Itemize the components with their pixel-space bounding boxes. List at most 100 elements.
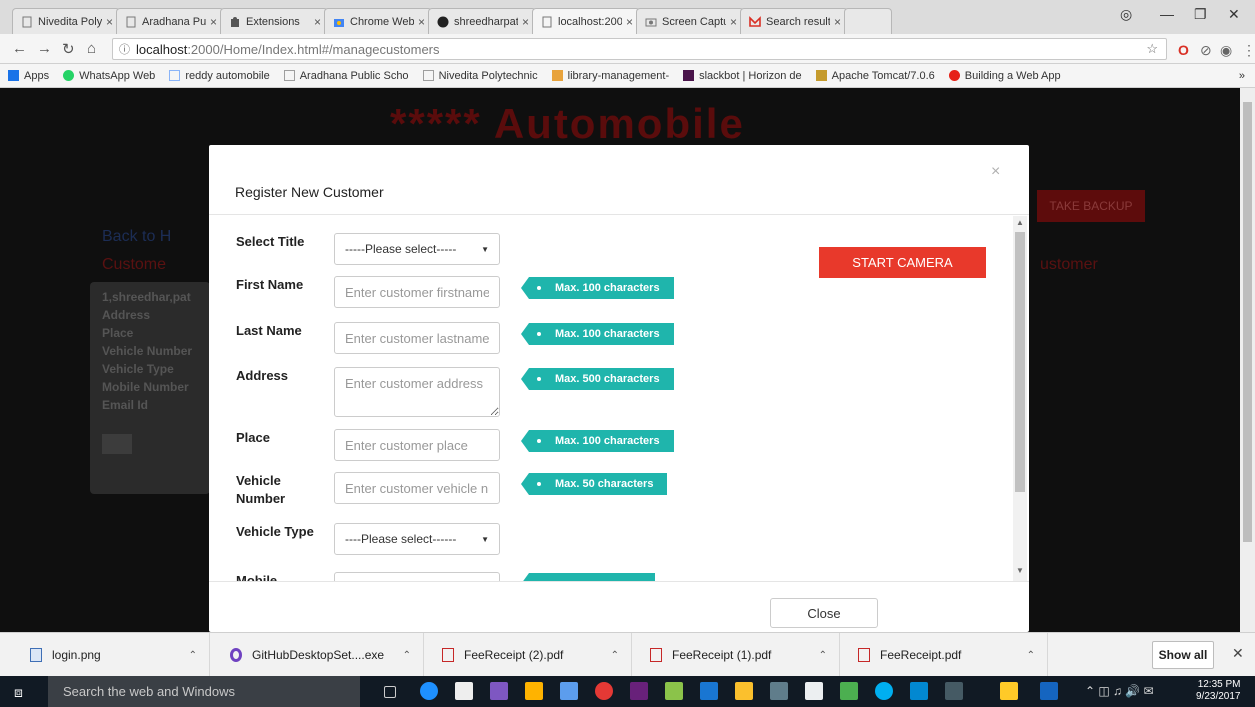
tab-extensions[interactable]: Extensions × — [220, 8, 328, 34]
modal-scrollbar-thumb[interactable] — [1015, 232, 1025, 492]
maximize-icon[interactable]: ❐ — [1194, 6, 1207, 23]
doc-icon — [541, 16, 553, 28]
mobile-input[interactable] — [334, 572, 500, 581]
skype-icon[interactable] — [875, 682, 893, 700]
app-icon[interactable] — [700, 682, 718, 700]
bookmark-library[interactable]: library-management- — [551, 70, 669, 82]
modal-close-icon[interactable]: × — [991, 163, 1000, 181]
tab-gmail[interactable]: Search results × — [740, 8, 848, 34]
store-icon[interactable] — [455, 682, 473, 700]
title-select[interactable]: -----Please select----- ▼ — [334, 233, 500, 265]
last-name-input[interactable] — [334, 322, 500, 354]
visual-studio-icon[interactable] — [490, 682, 508, 700]
download-item[interactable]: FeeReceipt (1).pdf ⌃ — [632, 633, 840, 677]
chevron-up-icon[interactable]: ⌃ — [611, 650, 619, 661]
download-item[interactable]: GitHubDesktopSet....exe ⌃ — [210, 633, 424, 677]
chevron-up-icon[interactable]: ⌃ — [1027, 650, 1035, 661]
vehicle-type-select[interactable]: ----Please select------ ▼ — [334, 523, 500, 555]
back-arrow-icon[interactable]: ← — [12, 40, 27, 57]
chrome-icon[interactable] — [595, 682, 613, 700]
close-icon[interactable]: × — [522, 15, 529, 29]
camera-icon — [645, 16, 657, 28]
edge-icon[interactable] — [420, 682, 438, 700]
customers-heading: Custome — [102, 256, 167, 273]
tab-screen-capture[interactable]: Screen Captur × — [636, 8, 744, 34]
info-icon[interactable]: ⓘ — [119, 41, 130, 57]
app-icon[interactable] — [665, 682, 683, 700]
windows-start-icon[interactable]: ⧈ — [14, 684, 23, 701]
close-icon[interactable]: × — [418, 15, 425, 29]
close-icon[interactable]: × — [106, 15, 113, 29]
close-icon[interactable]: × — [730, 15, 737, 29]
page-scrollbar-thumb[interactable] — [1243, 102, 1252, 542]
scroll-up-icon[interactable]: ▲ — [1016, 218, 1024, 227]
bookmark-apps[interactable]: Apps — [8, 70, 49, 82]
new-tab-button[interactable] — [844, 8, 892, 34]
chevron-up-icon[interactable]: ⌃ — [819, 650, 827, 661]
start-camera-button[interactable]: START CAMERA — [819, 247, 986, 278]
close-button[interactable]: Close — [770, 598, 878, 628]
bookmark-nivedita[interactable]: Nivedita Polytechnic — [422, 70, 538, 82]
scroll-down-icon[interactable]: ▼ — [1016, 566, 1024, 575]
bookmark-youtube[interactable]: Building a Web App — [948, 70, 1061, 82]
page-scrollbar[interactable] — [1240, 88, 1255, 632]
app-icon[interactable] — [1040, 682, 1058, 700]
system-tray-icons[interactable]: ⌃ ◫ ♫ 🔊 ✉ — [1085, 684, 1154, 698]
forward-arrow-icon[interactable]: → — [37, 40, 52, 57]
app-icon[interactable] — [560, 682, 578, 700]
home-icon[interactable]: ⌂ — [87, 40, 96, 57]
visual-studio-icon[interactable] — [630, 682, 648, 700]
bookmark-aradhana[interactable]: Aradhana Public Scho — [283, 70, 409, 82]
modal-scrollbar[interactable]: ▲ ▼ — [1013, 216, 1027, 581]
close-icon[interactable]: × — [834, 15, 841, 29]
star-icon[interactable]: ☆ — [1146, 41, 1158, 57]
tab-nivedita[interactable]: Nivedita Polyte× — [12, 8, 120, 34]
app-icon[interactable] — [735, 682, 753, 700]
reload-icon[interactable]: ↻ — [62, 40, 75, 58]
bookmark-reddy[interactable]: reddy automobile — [169, 70, 270, 82]
first-name-input[interactable] — [334, 276, 500, 308]
tab-chrome-web-store[interactable]: Chrome Web S× — [324, 8, 432, 34]
download-item[interactable]: FeeReceipt (2).pdf ⌃ — [424, 633, 632, 677]
windows-taskbar: ⧈ Search the web and Windows ⌃ ◫ ♫ 🔊 ✉ 1… — [0, 676, 1255, 707]
chevron-up-icon[interactable]: ⌃ — [403, 650, 411, 661]
vehicle-number-input[interactable] — [334, 472, 500, 504]
close-icon[interactable]: × — [626, 15, 633, 29]
app-icon[interactable] — [770, 682, 788, 700]
more-bookmarks-icon[interactable]: » — [1239, 70, 1245, 82]
taskbar-search[interactable]: Search the web and Windows — [48, 676, 360, 707]
minimize-icon[interactable]: — — [1160, 6, 1174, 22]
download-item[interactable]: login.png ⌃ — [0, 633, 210, 677]
tab-github[interactable]: shreedharpatil × — [428, 8, 536, 34]
camera-ext-icon[interactable]: ◉ — [1220, 42, 1232, 59]
tab-aradhana[interactable]: Aradhana Publ× — [116, 8, 224, 34]
window-close-icon[interactable]: ✕ — [1228, 6, 1240, 23]
close-downloads-icon[interactable]: ✕ — [1232, 645, 1244, 662]
close-icon[interactable]: × — [210, 15, 217, 29]
shield-icon[interactable] — [1000, 682, 1018, 700]
tab-localhost[interactable]: localhost:2000 × — [532, 8, 640, 34]
opera-icon[interactable]: O — [1178, 42, 1189, 58]
max-length-hint: Max. 500 characters — [521, 368, 674, 390]
block-icon[interactable]: ⊘ — [1200, 42, 1212, 59]
app-icon[interactable] — [525, 682, 543, 700]
profile-icon[interactable]: ◎ — [1120, 6, 1132, 23]
bookmark-tomcat[interactable]: Apache Tomcat/7.0.6 — [815, 70, 935, 82]
app-icon[interactable] — [910, 682, 928, 700]
pencil-icon — [551, 70, 563, 81]
place-input[interactable] — [334, 429, 500, 461]
app-icon[interactable] — [945, 682, 963, 700]
address-input[interactable] — [334, 367, 500, 417]
chevron-up-icon[interactable]: ⌃ — [189, 650, 197, 661]
close-icon[interactable]: × — [314, 15, 321, 29]
address-bar[interactable]: ⓘ localhost:2000/Home/Index.html#/manage… — [112, 38, 1167, 60]
download-item[interactable]: FeeReceipt.pdf ⌃ — [840, 633, 1048, 677]
app-icon[interactable] — [805, 682, 823, 700]
menu-icon[interactable]: ⋮ — [1242, 42, 1255, 59]
task-view-icon[interactable] — [384, 686, 396, 698]
bookmark-slackbot[interactable]: slackbot | Horizon de — [683, 70, 802, 82]
taskbar-clock[interactable]: 12:35 PM 9/23/2017 — [1196, 679, 1241, 703]
show-all-button[interactable]: Show all — [1152, 641, 1214, 669]
bookmark-whatsapp[interactable]: WhatsApp Web — [63, 70, 155, 82]
app-icon[interactable] — [840, 682, 858, 700]
